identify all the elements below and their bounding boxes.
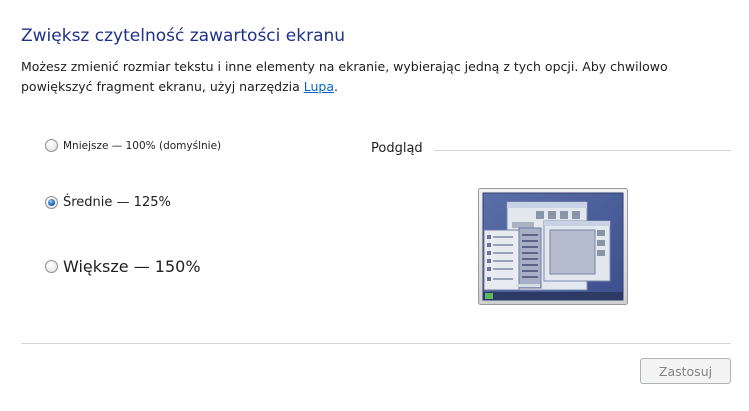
option-larger-label: Większe — 150% xyxy=(63,257,201,276)
option-smaller-radio[interactable] xyxy=(45,139,58,152)
preview-divider xyxy=(434,150,731,151)
description-text: Możesz zmienić rozmiar tekstu i inne ele… xyxy=(21,59,668,94)
footer-divider xyxy=(21,343,731,344)
page-title: Zwiększ czytelność zawartości ekranu xyxy=(21,26,346,46)
option-larger[interactable]: Większe — 150% xyxy=(45,257,201,276)
preview-heading: Podgląd xyxy=(371,141,423,156)
preview-monitor-image xyxy=(478,188,628,305)
option-larger-radio[interactable] xyxy=(45,260,58,273)
description-suffix: . xyxy=(334,79,338,94)
option-medium-label: Średnie — 125% xyxy=(63,195,171,210)
apply-button[interactable]: Zastosuj xyxy=(640,358,731,384)
option-smaller[interactable]: Mniejsze — 100% (domyślnie) xyxy=(45,139,221,152)
magnifier-link[interactable]: Lupa xyxy=(304,79,334,94)
display-settings-page: Zwiększ czytelność zawartości ekranu Moż… xyxy=(0,0,749,411)
option-smaller-label: Mniejsze — 100% (domyślnie) xyxy=(63,139,222,152)
page-description: Możesz zmienić rozmiar tekstu i inne ele… xyxy=(21,57,726,97)
option-medium-radio[interactable] xyxy=(45,196,58,209)
option-medium[interactable]: Średnie — 125% xyxy=(45,195,171,210)
